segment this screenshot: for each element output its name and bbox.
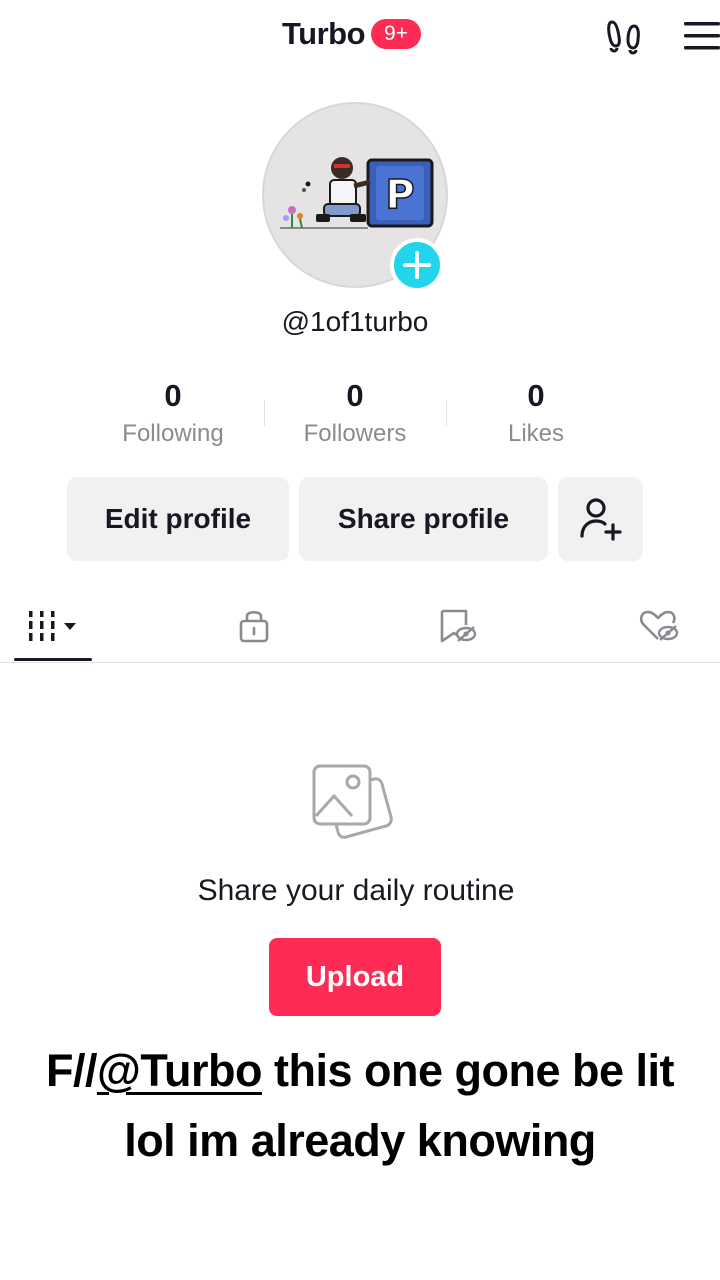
stat-label: Following [122,420,224,447]
notification-badge: 9+ [371,19,422,49]
add-friend-icon [579,498,622,541]
caption-prefix: F// [45,1045,98,1096]
photos-icon [308,760,400,850]
lock-icon [239,610,269,643]
share-profile-button[interactable]: Share profile [299,477,548,561]
stat-value: 0 [164,378,182,413]
profile-screen: Turbo 9+ P @1of1turbo 0 Following 0 Foll… [0,0,720,1280]
caption-line-2: lol im already knowing [124,1115,596,1166]
tab-liked[interactable] [618,590,698,660]
tab-private[interactable] [214,590,294,660]
stat-label: Likes [507,420,565,447]
stat-label: Followers [303,420,407,447]
tab-indicator [14,658,92,661]
stat-followers[interactable]: 0 Followers [265,376,445,448]
stat-likes[interactable]: 0 Likes [446,376,626,448]
plus-icon [403,251,431,279]
video-caption: F//@Turbo this one gone be lit lol im al… [0,1036,720,1176]
caption-line-1: F//@Turbo this one gone be lit [0,1036,720,1106]
caption-line-1-rest: this one gone be lit [262,1045,675,1096]
empty-state-text: Share your daily routine [197,874,515,907]
upload-button[interactable]: Upload [269,938,441,1016]
svg-text:P: P [385,172,414,218]
header: Turbo 9+ [0,0,720,72]
add-friend-button[interactable] [558,477,643,561]
account-switcher[interactable]: Turbo 9+ [282,16,422,52]
footprint-icon[interactable] [604,16,648,56]
grid-icon [29,611,76,641]
stat-value: 0 [527,378,545,413]
hidden-heart-icon [639,610,679,641]
tab-favorites[interactable] [416,590,496,660]
edit-profile-button[interactable]: Edit profile [67,477,289,561]
stat-following[interactable]: 0 Following [83,376,263,448]
content-tabs [0,590,720,663]
hamburger-menu-icon[interactable] [682,18,720,54]
hidden-bookmark-icon [440,609,477,643]
stat-value: 0 [346,378,364,413]
tab-videos[interactable] [14,590,92,660]
add-avatar-button[interactable] [390,238,444,292]
caption-mention[interactable]: @Turbo [97,1045,263,1096]
username: @1of1turbo [281,306,429,337]
account-name: Turbo [282,16,366,51]
